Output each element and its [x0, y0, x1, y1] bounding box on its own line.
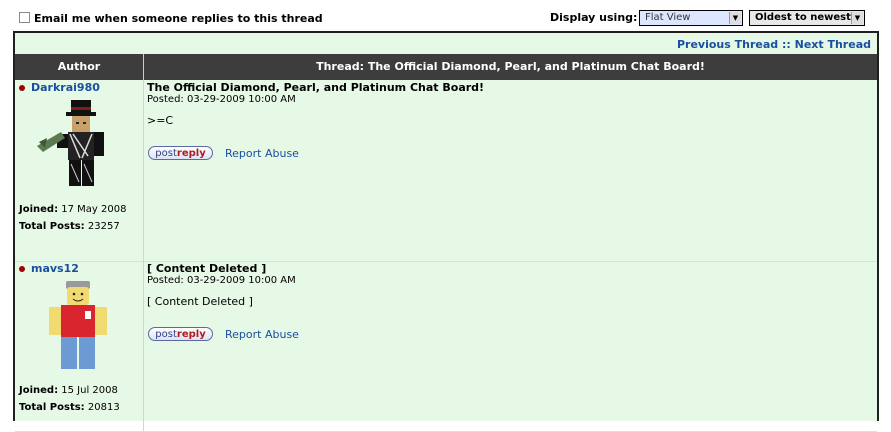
view-mode-select[interactable]: Flat View ▼	[639, 10, 743, 26]
chevron-down-icon: ▼	[729, 12, 741, 24]
nav-separator: ::	[781, 38, 791, 51]
post-body: [ Content Deleted ]	[147, 295, 253, 308]
sort-order-select[interactable]: Oldest to newest ▼	[749, 10, 865, 26]
previous-thread-link[interactable]: Previous Thread	[677, 38, 778, 51]
posts-table-header: Author Thread: The Official Diamond, Pea…	[15, 54, 877, 80]
forum-post: Darkrai980 Joined: 17 May 2008 Total Pos…	[15, 80, 877, 262]
report-abuse-link[interactable]: Report Abuse	[225, 328, 299, 341]
thread-panel: Previous Thread :: Next Thread Author Th…	[13, 31, 879, 432]
author-column-header: Author	[15, 54, 144, 80]
post-reply-word-post: post	[155, 148, 177, 159]
joined-info: Joined: 15 Jul 2008	[19, 385, 118, 396]
thread-navigation: Previous Thread :: Next Thread	[677, 38, 871, 51]
total-posts-label: Total Posts:	[19, 221, 85, 232]
joined-label: Joined:	[19, 385, 59, 396]
chevron-down-icon: ▼	[851, 12, 863, 24]
post-author-cell: Darkrai980 Joined: 17 May 2008 Total Pos…	[15, 80, 144, 261]
post-reply-word-reply: reply	[176, 148, 206, 159]
post-timestamp: Posted: 03-29-2009 10:00 AM	[147, 94, 296, 105]
post-reply-word-reply: reply	[176, 329, 206, 340]
joined-info: Joined: 17 May 2008	[19, 204, 126, 215]
thread-title-header: Thread: The Official Diamond, Pearl, and…	[316, 60, 705, 73]
post-content-cell: [ Content Deleted ] Posted: 03-29-2009 1…	[144, 261, 877, 431]
sort-order-value: Oldest to newest	[755, 12, 851, 23]
email-notify-label: Email me when someone replies to this th…	[34, 12, 323, 25]
thread-options-bar: Email me when someone replies to this th…	[0, 0, 891, 32]
post-title: [ Content Deleted ]	[147, 262, 267, 275]
total-posts-info: Total Posts: 23257	[19, 221, 120, 232]
author-avatar[interactable]	[33, 98, 123, 198]
post-author-cell: mavs12 Joined: 15 Jul 2008 Total Posts:	[15, 261, 144, 431]
total-posts-info: Total Posts: 20813	[19, 402, 120, 413]
online-status-dot	[19, 266, 25, 272]
online-status-dot	[19, 85, 25, 91]
post-reply-button[interactable]: postreply	[148, 146, 213, 160]
total-posts-label: Total Posts:	[19, 402, 85, 413]
post-reply-button[interactable]: postreply	[148, 327, 213, 341]
joined-date: 15 Jul 2008	[61, 385, 118, 396]
email-notify-checkbox[interactable]	[19, 12, 30, 23]
view-mode-value: Flat View	[645, 12, 691, 23]
forum-post: mavs12 Joined: 15 Jul 2008 Total Posts:	[15, 261, 877, 432]
total-posts-count: 23257	[87, 221, 120, 232]
post-timestamp: Posted: 03-29-2009 10:00 AM	[147, 275, 296, 286]
author-username-link[interactable]: Darkrai980	[31, 81, 100, 94]
author-avatar[interactable]	[33, 279, 123, 379]
next-thread-link[interactable]: Next Thread	[795, 38, 871, 51]
post-reply-word-post: post	[155, 329, 177, 340]
joined-date: 17 May 2008	[61, 204, 127, 215]
author-username-link[interactable]: mavs12	[31, 262, 79, 275]
post-body: >=C	[147, 114, 174, 127]
total-posts-count: 20813	[87, 402, 120, 413]
joined-label: Joined:	[19, 204, 59, 215]
post-title: The Official Diamond, Pearl, and Platinu…	[147, 81, 485, 94]
display-using-label: Display using:	[550, 11, 638, 24]
report-abuse-link[interactable]: Report Abuse	[225, 147, 299, 160]
post-content-cell: The Official Diamond, Pearl, and Platinu…	[144, 80, 877, 261]
